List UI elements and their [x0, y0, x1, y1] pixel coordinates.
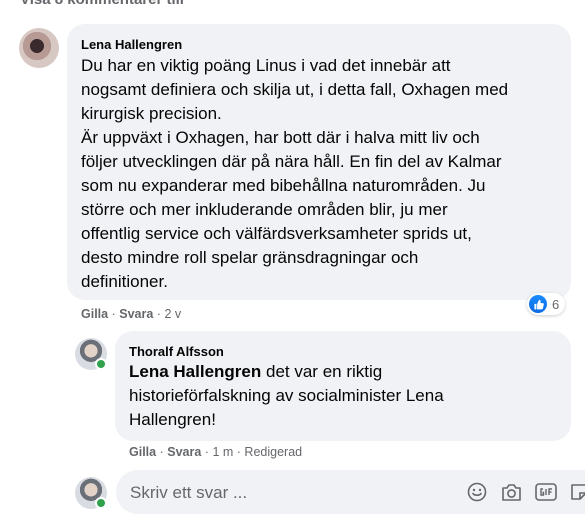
separator: ·	[204, 445, 209, 459]
comment-line: historieförfalskning av socialminister L…	[129, 386, 444, 405]
thumbs-up-icon	[529, 295, 547, 313]
separator: ·	[159, 445, 164, 459]
online-status-dot	[95, 497, 107, 509]
avatar[interactable]	[19, 28, 59, 68]
comment-line: följer utvecklingen där på nära håll. En…	[81, 152, 502, 171]
comment-line: nogsamt definiera och skilja ut, i detta…	[81, 80, 509, 99]
comment-line: Du har en viktig poäng Linus i vad det i…	[81, 56, 451, 75]
reply-button[interactable]: Svara	[119, 307, 153, 321]
reaction-count: 6	[552, 296, 560, 312]
mention-link[interactable]: Lena Hallengren	[129, 362, 261, 381]
view-more-comments-link[interactable]: Visa 8 kommentarer till	[20, 0, 184, 8]
comment-line: Lena Hallengren det var en riktig	[129, 360, 565, 384]
comment-line: Hallengren!	[129, 410, 216, 429]
gif-icon[interactable]	[534, 480, 558, 504]
comment-line: definitioner.	[81, 272, 168, 291]
comment-line: som nu expanderar med bibehållna naturom…	[81, 176, 486, 195]
camera-icon[interactable]	[499, 480, 523, 504]
comment-line: Är uppväxt i Oxhagen, har bott där i hal…	[81, 128, 480, 147]
like-button[interactable]: Gilla	[129, 445, 156, 459]
comment-text: Du har en viktig poäng Linus i vad det i…	[81, 54, 567, 294]
reply-button[interactable]: Svara	[167, 445, 201, 459]
timestamp[interactable]: 1 m	[212, 445, 233, 459]
comment-line: större och mer inkluderande områden blir…	[81, 200, 448, 219]
sticker-icon[interactable]	[567, 480, 585, 504]
edited-label[interactable]: Redigerad	[244, 445, 302, 459]
timestamp[interactable]: 2 v	[164, 307, 181, 321]
comment-text: Lena Hallengren det var en riktig histor…	[129, 360, 565, 432]
comment-line-rest: det var en riktig	[266, 362, 383, 381]
emoji-icon[interactable]	[465, 480, 489, 504]
comment-line: kirurgisk precision.	[81, 104, 222, 123]
comment-bubble: Lena Hallengren Du har en viktig poäng L…	[67, 24, 571, 300]
comment-actions: Gilla · Svara · 2 v	[81, 307, 181, 321]
comment-line: desto mindre roll spelar gränsdragningar…	[81, 248, 419, 267]
separator: ·	[111, 307, 116, 321]
reaction-badge[interactable]: 6	[527, 293, 566, 315]
online-status-dot	[95, 358, 107, 370]
comment-line: offentlig service och välfärdsverksamhet…	[81, 224, 472, 243]
separator: ·	[236, 445, 241, 459]
comment-bubble: Thoralf Alfsson Lena Hallengren det var …	[115, 331, 571, 441]
like-button[interactable]: Gilla	[81, 307, 108, 321]
comment-actions: Gilla · Svara · 1 m · Redigerad	[129, 445, 302, 459]
separator: ·	[156, 307, 161, 321]
reply-box	[116, 470, 585, 516]
reply-input[interactable]	[128, 470, 452, 516]
comment-author[interactable]: Thoralf Alfsson	[129, 344, 224, 359]
comment-author[interactable]: Lena Hallengren	[81, 37, 182, 52]
